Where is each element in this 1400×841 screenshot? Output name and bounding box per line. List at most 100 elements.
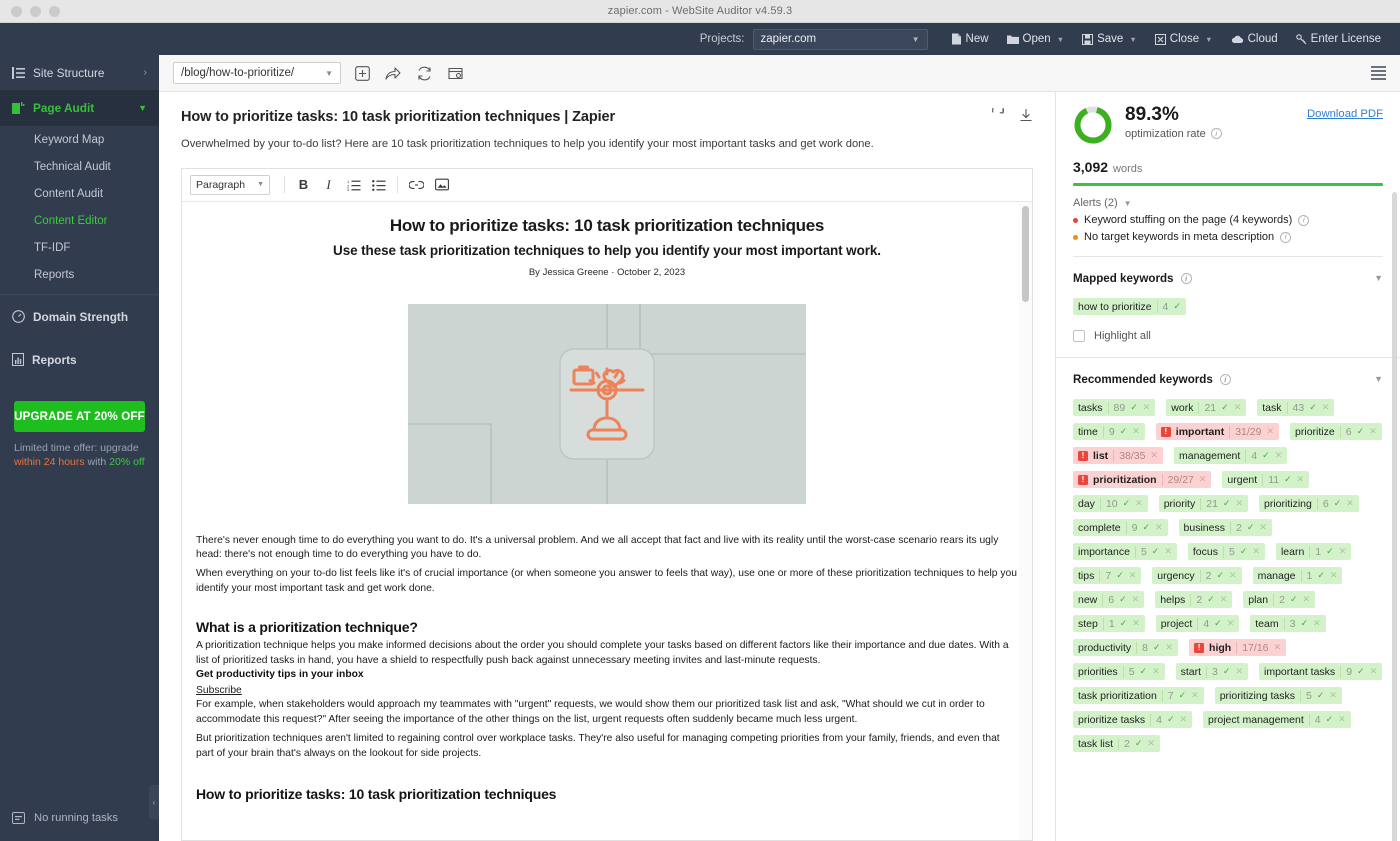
italic-button[interactable]: I xyxy=(316,173,341,197)
keyword-chip[interactable]: team 3 ✓ ✕ xyxy=(1250,615,1326,632)
remove-keyword-icon[interactable]: ✕ xyxy=(1132,618,1140,629)
remove-keyword-icon[interactable]: ✕ xyxy=(1338,714,1346,725)
running-tasks-status[interactable]: No running tasks xyxy=(0,795,159,841)
remove-keyword-icon[interactable]: ✕ xyxy=(1369,426,1377,437)
remove-keyword-icon[interactable]: ✕ xyxy=(1275,450,1283,461)
keyword-chip[interactable]: project 4 ✓ ✕ xyxy=(1155,615,1240,632)
info-icon[interactable]: i xyxy=(1210,128,1222,140)
info-icon[interactable]: i xyxy=(1180,273,1192,284)
doc-subscribe-link[interactable]: Subscribe xyxy=(196,685,242,696)
download-icon[interactable] xyxy=(1019,108,1033,122)
bullet-list-button[interactable] xyxy=(366,173,391,197)
remove-keyword-icon[interactable]: ✕ xyxy=(1330,570,1338,581)
remove-keyword-icon[interactable]: ✕ xyxy=(1274,642,1282,653)
remove-keyword-icon[interactable]: ✕ xyxy=(1229,570,1237,581)
keyword-chip[interactable]: how to prioritize 4 ✓ xyxy=(1073,298,1186,315)
info-icon[interactable]: i xyxy=(1298,214,1310,226)
remove-keyword-icon[interactable]: ✕ xyxy=(1370,666,1378,677)
highlight-all-row[interactable]: Highlight all xyxy=(1056,315,1400,342)
remove-keyword-icon[interactable]: ✕ xyxy=(1180,714,1188,725)
keyword-chip[interactable]: prioritizing 6 ✓ ✕ xyxy=(1259,495,1359,512)
keyword-chip[interactable]: urgency 2 ✓ ✕ xyxy=(1152,567,1242,584)
url-select[interactable]: /blog/how-to-prioritize/ ▼ xyxy=(173,62,341,84)
keyword-chip[interactable]: task 43 ✓ ✕ xyxy=(1257,399,1335,416)
sidebar-item-content-audit[interactable]: Content Audit xyxy=(0,180,159,207)
remove-keyword-icon[interactable]: ✕ xyxy=(1266,426,1274,437)
remove-keyword-icon[interactable]: ✕ xyxy=(1346,498,1354,509)
remove-keyword-icon[interactable]: ✕ xyxy=(1297,474,1305,485)
keyword-chip[interactable]: manage 1 ✓ ✕ xyxy=(1252,567,1343,584)
menu-new-button[interactable]: New xyxy=(942,28,998,50)
keyword-chip[interactable]: learn 1 ✓ ✕ xyxy=(1275,543,1352,560)
keyword-chip[interactable]: business 2 ✓ ✕ xyxy=(1178,519,1272,536)
remove-keyword-icon[interactable]: ✕ xyxy=(1303,594,1311,605)
remove-keyword-icon[interactable]: ✕ xyxy=(1147,738,1155,749)
keyword-chip[interactable]: day 10 ✓ ✕ xyxy=(1073,495,1148,512)
sidebar-item-keyword-map[interactable]: Keyword Map xyxy=(0,126,159,153)
sidebar-item-content-editor[interactable]: Content Editor xyxy=(0,207,159,234)
keyword-chip[interactable]: helps 2 ✓ ✕ xyxy=(1155,591,1233,608)
keyword-chip[interactable]: task prioritization 7 ✓ ✕ xyxy=(1073,687,1204,704)
keyword-chip[interactable]: tips 7 ✓ ✕ xyxy=(1073,567,1142,584)
sidebar-collapse-handle[interactable]: ‹ xyxy=(149,785,159,819)
keyword-chip[interactable]: priority 21 ✓ ✕ xyxy=(1158,495,1249,512)
keyword-chip[interactable]: project management 4 ✓ ✕ xyxy=(1203,711,1351,728)
upgrade-button[interactable]: UPGRADE AT 20% OFF xyxy=(14,401,145,432)
share-arrow-icon[interactable] xyxy=(383,63,403,83)
keyword-chip[interactable]: plan 2 ✓ ✕ xyxy=(1243,591,1316,608)
editor-scrollbar-thumb[interactable] xyxy=(1022,205,1029,302)
info-icon[interactable]: i xyxy=(1219,374,1231,385)
menu-close-button[interactable]: Close ▼ xyxy=(1146,28,1222,50)
sidebar-item-technical-audit[interactable]: Technical Audit xyxy=(0,153,159,180)
remove-keyword-icon[interactable]: ✕ xyxy=(1143,402,1151,413)
sidebar-item-site-structure[interactable]: Site Structure › xyxy=(0,55,159,90)
keyword-chip[interactable]: ! high 17/16 ✕ xyxy=(1189,639,1287,656)
editor-scroll-area[interactable]: How to prioritize tasks: 10 task priorit… xyxy=(182,201,1032,840)
keyword-chip[interactable]: time 9 ✓ ✕ xyxy=(1073,423,1145,440)
remove-keyword-icon[interactable]: ✕ xyxy=(1259,522,1267,533)
keyword-chip[interactable]: important tasks 9 ✓ ✕ xyxy=(1258,663,1383,680)
ordered-list-button[interactable]: 123 xyxy=(341,173,366,197)
remove-keyword-icon[interactable]: ✕ xyxy=(1339,546,1347,557)
remove-keyword-icon[interactable]: ✕ xyxy=(1199,474,1207,485)
refresh-icon[interactable] xyxy=(414,63,434,83)
remove-keyword-icon[interactable]: ✕ xyxy=(1164,546,1172,557)
hamburger-menu-icon[interactable] xyxy=(1371,66,1386,80)
refresh-icon[interactable] xyxy=(991,108,1005,122)
remove-keyword-icon[interactable]: ✕ xyxy=(1129,570,1137,581)
add-page-icon[interactable] xyxy=(352,63,372,83)
remove-keyword-icon[interactable]: ✕ xyxy=(1313,618,1321,629)
remove-keyword-icon[interactable]: ✕ xyxy=(1235,666,1243,677)
keyword-chip[interactable]: productivity 8 ✓ ✕ xyxy=(1073,639,1179,656)
keyword-chip[interactable]: ! prioritization 29/27 ✕ xyxy=(1073,471,1212,488)
keyword-chip[interactable]: ! important 31/29 ✕ xyxy=(1155,423,1280,440)
remove-keyword-icon[interactable]: ✕ xyxy=(1155,522,1163,533)
alerts-header[interactable]: Alerts (2) ▼ xyxy=(1073,197,1383,209)
keyword-chip[interactable]: prioritize 6 ✓ ✕ xyxy=(1290,423,1382,440)
remove-keyword-icon[interactable]: ✕ xyxy=(1132,426,1140,437)
menu-cloud-button[interactable]: Cloud xyxy=(1222,28,1287,50)
project-select[interactable]: zapier.com ▼ xyxy=(752,28,928,50)
keyword-chip[interactable]: management 4 ✓ ✕ xyxy=(1174,447,1288,464)
keyword-chip[interactable]: task list 2 ✓ ✕ xyxy=(1073,735,1160,752)
keyword-chip[interactable]: focus 5 ✓ ✕ xyxy=(1187,543,1265,560)
remove-keyword-icon[interactable]: ✕ xyxy=(1234,402,1242,413)
keyword-chip[interactable]: start 3 ✓ ✕ xyxy=(1175,663,1248,680)
remove-keyword-icon[interactable]: ✕ xyxy=(1227,618,1235,629)
keyword-chip[interactable]: ! list 38/35 ✕ xyxy=(1073,447,1163,464)
keyword-chip[interactable]: tasks 89 ✓ ✕ xyxy=(1073,399,1156,416)
sidebar-item-reports[interactable]: Reports xyxy=(0,338,159,381)
remove-keyword-icon[interactable]: ✕ xyxy=(1135,498,1143,509)
keyword-chip[interactable]: prioritizing tasks 5 ✓ ✕ xyxy=(1214,687,1342,704)
image-button[interactable] xyxy=(429,173,454,197)
panel-scrollbar-thumb[interactable] xyxy=(1392,192,1397,841)
keyword-chip[interactable]: new 6 ✓ ✕ xyxy=(1073,591,1145,608)
remove-keyword-icon[interactable]: ✕ xyxy=(1252,546,1260,557)
keyword-chip[interactable]: step 1 ✓ ✕ xyxy=(1073,615,1145,632)
info-icon[interactable]: i xyxy=(1280,231,1292,243)
menu-enter-license-button[interactable]: Enter License xyxy=(1287,28,1390,50)
remove-keyword-icon[interactable]: ✕ xyxy=(1152,666,1160,677)
remove-keyword-icon[interactable]: ✕ xyxy=(1132,594,1140,605)
sidebar-item-page-audit-reports[interactable]: Reports xyxy=(0,261,159,288)
remove-keyword-icon[interactable]: ✕ xyxy=(1191,690,1199,701)
